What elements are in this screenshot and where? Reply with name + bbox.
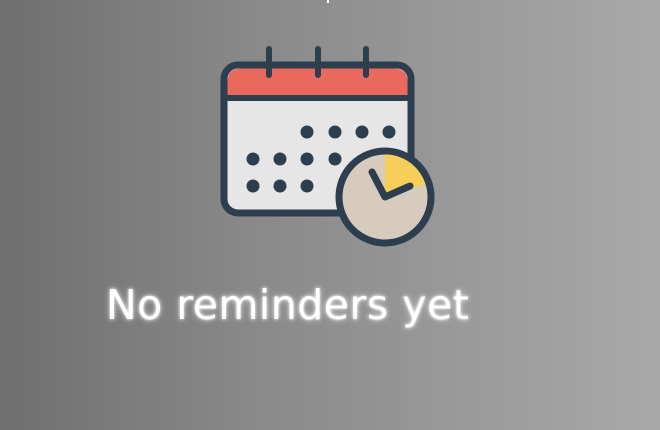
empty-state: No reminders yet bbox=[0, 0, 660, 430]
top-edge-mark bbox=[327, 0, 329, 3]
empty-state-message: No reminders yet bbox=[106, 281, 470, 329]
calendar-clock-icon bbox=[220, 46, 435, 247]
